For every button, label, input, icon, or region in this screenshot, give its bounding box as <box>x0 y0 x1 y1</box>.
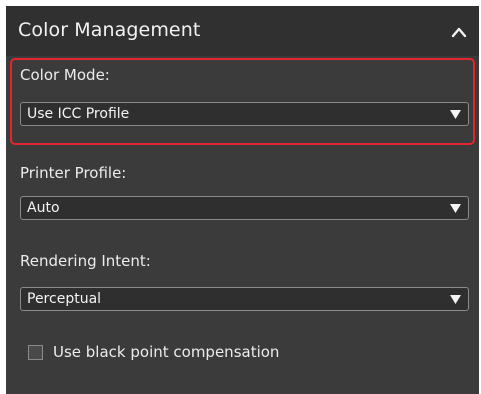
rendering-intent-label: Rendering Intent: <box>20 252 151 270</box>
section-header[interactable]: Color Management <box>6 6 479 56</box>
printer-profile-select[interactable]: Auto <box>20 196 469 220</box>
rendering-intent-select[interactable]: Perceptual <box>20 287 469 311</box>
rendering-intent-value: Perceptual <box>27 291 102 307</box>
printer-profile-label: Printer Profile: <box>20 164 127 182</box>
color-mode-label: Color Mode: <box>20 66 110 84</box>
black-point-checkbox[interactable] <box>28 345 43 360</box>
dropdown-arrow-icon <box>450 110 461 119</box>
black-point-label[interactable]: Use black point compensation <box>53 343 279 361</box>
dropdown-arrow-icon <box>450 204 461 213</box>
section-title: Color Management <box>18 19 201 41</box>
color-mode-value: Use ICC Profile <box>27 106 130 122</box>
color-management-panel: Color Management Color Mode: Use ICC Pro… <box>6 6 479 394</box>
chevron-up-icon[interactable] <box>451 26 467 38</box>
printer-profile-value: Auto <box>27 200 60 216</box>
dropdown-arrow-icon <box>450 295 461 304</box>
color-mode-select[interactable]: Use ICC Profile <box>20 102 469 126</box>
